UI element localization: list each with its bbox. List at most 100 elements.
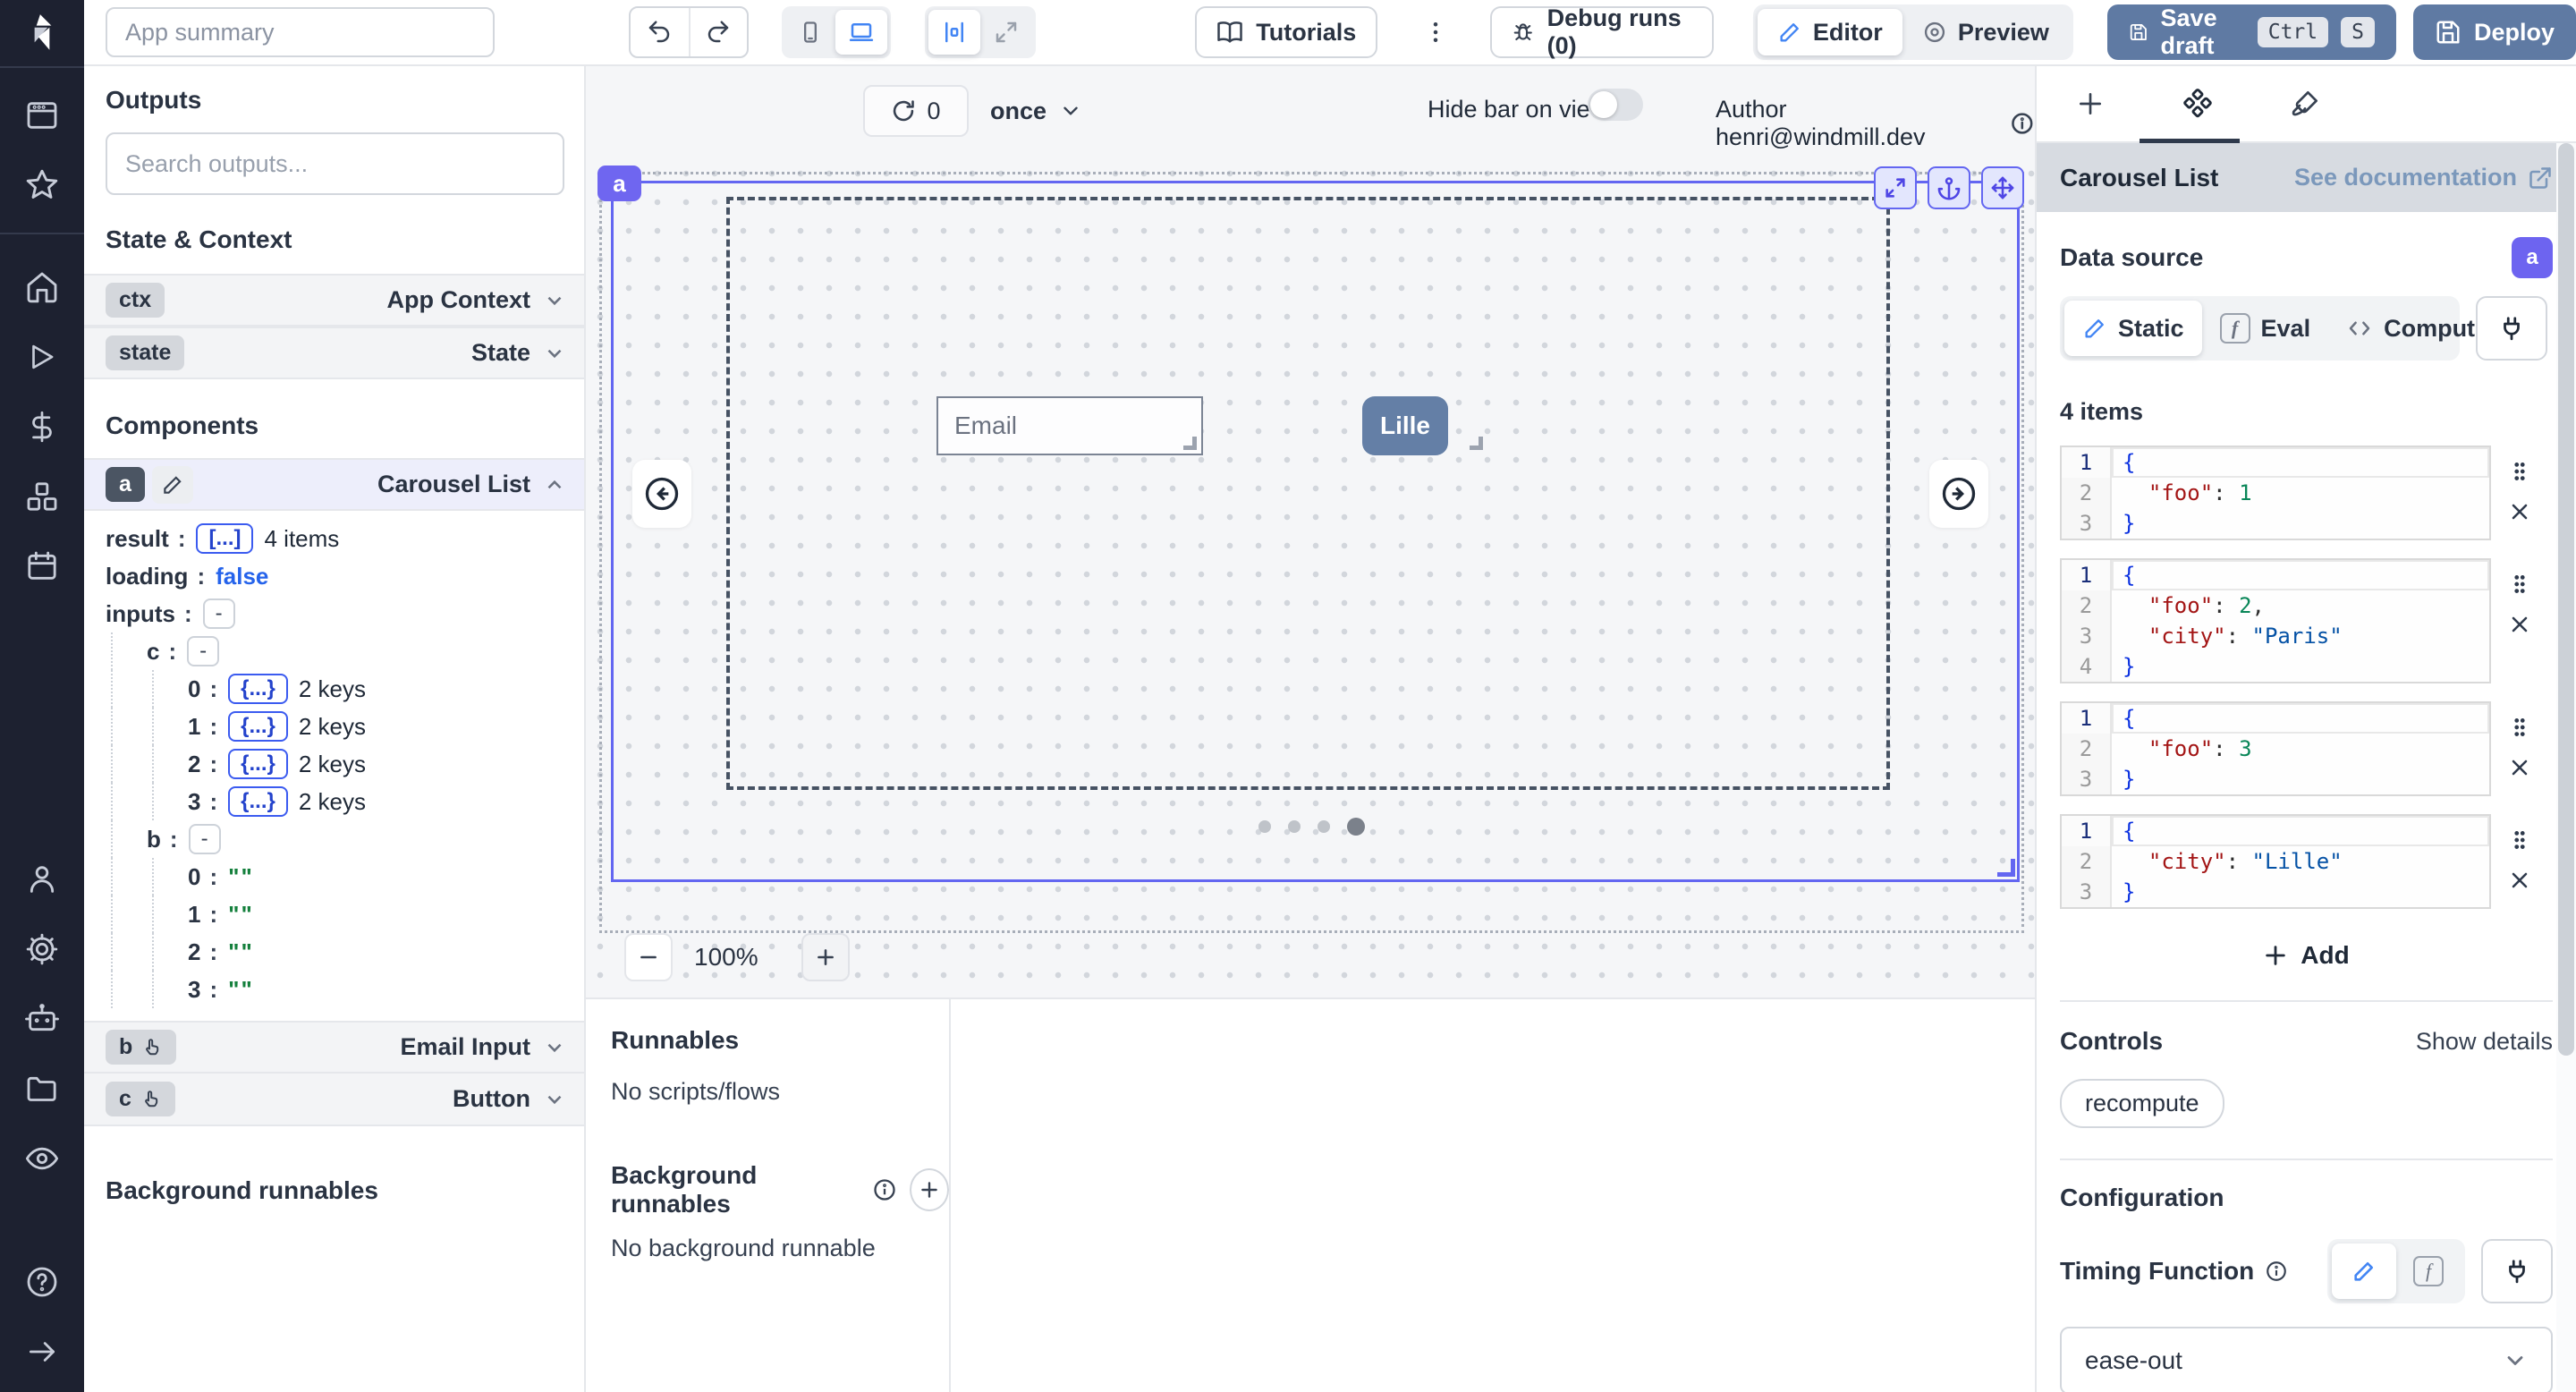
carousel-list-row[interactable]: a Carousel List [84, 458, 584, 511]
search-outputs-input[interactable] [106, 132, 564, 195]
drag-handle-icon[interactable] [2508, 828, 2531, 852]
carousel-prev-button[interactable] [632, 460, 691, 528]
fullscreen-button[interactable] [980, 10, 1032, 55]
component-settings-tab[interactable] [2144, 66, 2251, 141]
redo-button[interactable] [689, 8, 748, 56]
connect-plug-button[interactable] [2476, 296, 2547, 361]
tree-row[interactable]: 0:"" [84, 858, 584, 895]
resources-icon[interactable] [0, 462, 84, 531]
move-component-button[interactable] [1981, 166, 2024, 209]
canvas-area: 0 once Hide bar on view Author henri@win… [586, 66, 2035, 1392]
folders-icon[interactable] [0, 1054, 84, 1124]
tree-row[interactable]: 1:"" [84, 895, 584, 933]
tree-row[interactable]: 3:"" [84, 971, 584, 1008]
schedules-icon[interactable] [0, 531, 84, 601]
app-summary-input[interactable] [106, 7, 495, 57]
timing-function-select[interactable]: ease-out [2060, 1327, 2553, 1392]
tree-row[interactable]: 2:"" [84, 933, 584, 971]
drag-handle-icon[interactable] [2508, 716, 2531, 739]
json-item: 1{2 "foo": 2,3 "city": "Paris"4} [2060, 558, 2553, 683]
zoom-in-button[interactable] [801, 933, 850, 981]
undo-button[interactable] [631, 8, 689, 56]
json-editor[interactable]: 1{2 "foo": 33} [2060, 701, 2491, 796]
scrollbar-thumb[interactable] [2558, 143, 2574, 1056]
timing-plug-button[interactable] [2481, 1239, 2553, 1303]
email-resize-handle[interactable] [1183, 437, 1197, 450]
button-resize-handle[interactable] [1470, 437, 1483, 450]
carousel-item-container[interactable] [726, 197, 1890, 790]
tree-row[interactable]: inputs:- [84, 595, 584, 632]
zoom-out-button[interactable] [624, 933, 673, 981]
delete-item-icon[interactable] [2507, 755, 2532, 780]
state-row[interactable]: state State [84, 327, 584, 379]
tree-row[interactable]: 3:{...}2 keys [84, 783, 584, 820]
mobile-view-button[interactable] [785, 10, 835, 55]
drag-handle-icon[interactable] [2508, 460, 2531, 483]
carousel-next-button[interactable] [1929, 460, 1988, 528]
email-input-row[interactable]: b Email Input [84, 1021, 584, 1074]
eval-mode-button[interactable]: f Eval [2202, 301, 2329, 356]
refresh-counter-button[interactable]: 0 [863, 85, 969, 137]
add-bg-runnable-button[interactable] [910, 1168, 949, 1211]
json-editor[interactable]: 1{2 "foo": 2,3 "city": "Paris"4} [2060, 558, 2491, 683]
debug-runs-button[interactable]: Debug runs (0) [1490, 6, 1714, 58]
delete-item-icon[interactable] [2507, 612, 2532, 637]
tree-row[interactable]: 1:{...}2 keys [84, 708, 584, 745]
carousel-dot[interactable] [1258, 820, 1271, 833]
ctx-row[interactable]: ctx App Context [84, 274, 584, 327]
anchor-component-button[interactable] [1928, 166, 1970, 209]
styling-brush-tab[interactable] [2251, 66, 2359, 141]
settings-gear-icon[interactable] [0, 914, 84, 984]
windmill-logo[interactable] [0, 0, 84, 66]
editor-tab[interactable]: Editor [1758, 9, 1902, 55]
expand-component-button[interactable] [1874, 166, 1917, 209]
recompute-button[interactable]: recompute [2060, 1079, 2224, 1128]
json-editor[interactable]: 1{2 "foo": 13} [2060, 446, 2491, 540]
edit-id-button[interactable] [152, 466, 193, 504]
drag-handle-icon[interactable] [2508, 573, 2531, 596]
static-mode-button[interactable]: Static [2064, 301, 2202, 356]
desktop-view-button[interactable] [835, 10, 887, 55]
tree-row[interactable]: loading:false [84, 557, 584, 595]
help-icon[interactable] [0, 1247, 84, 1317]
tree-row[interactable]: 0:{...}2 keys [84, 670, 584, 708]
tree-row[interactable]: b:- [84, 820, 584, 858]
runs-icon[interactable] [0, 322, 84, 392]
apps-icon[interactable] [0, 81, 84, 150]
favorites-star-icon[interactable] [0, 150, 84, 220]
audit-eye-icon[interactable] [0, 1124, 84, 1193]
variables-icon[interactable] [0, 392, 84, 462]
workers-robot-icon[interactable] [0, 984, 84, 1054]
delete-item-icon[interactable] [2507, 499, 2532, 524]
json-editor[interactable]: 1{2 "city": "Lille"3} [2060, 814, 2491, 909]
deploy-button[interactable]: Deploy [2413, 4, 2576, 60]
carousel-dot[interactable] [1318, 820, 1330, 833]
add-item-button[interactable]: Add [2060, 941, 2553, 970]
users-icon[interactable] [0, 845, 84, 914]
right-panel-scrollbar[interactable] [2556, 143, 2576, 1392]
carousel-dot[interactable] [1288, 820, 1301, 833]
show-details-link[interactable]: Show details [2416, 1028, 2553, 1056]
carousel-dot[interactable] [1347, 818, 1365, 836]
button-row[interactable]: c Button [84, 1074, 584, 1126]
insert-component-tab[interactable] [2037, 66, 2144, 141]
city-button[interactable]: Lille [1362, 396, 1448, 455]
schedule-dropdown[interactable]: once [990, 85, 1082, 137]
tree-row[interactable]: result:[...]4 items [84, 520, 584, 557]
more-options-button[interactable] [1419, 6, 1453, 58]
timing-eval-button[interactable]: f [2396, 1243, 2461, 1299]
center-align-button[interactable] [928, 10, 980, 55]
tree-row[interactable]: c:- [84, 632, 584, 670]
component-resize-corner[interactable] [1997, 859, 2015, 877]
delete-item-icon[interactable] [2507, 868, 2532, 893]
email-field[interactable] [936, 396, 1203, 455]
timing-static-button[interactable] [2332, 1243, 2396, 1299]
tree-row[interactable]: 2:{...}2 keys [84, 745, 584, 783]
collapse-arrow-icon[interactable] [0, 1317, 84, 1387]
see-documentation-link[interactable]: See documentation [2294, 164, 2553, 191]
save-draft-button[interactable]: Save draft Ctrl S [2107, 4, 2396, 60]
tutorials-button[interactable]: Tutorials [1195, 6, 1377, 58]
preview-tab[interactable]: Preview [1902, 9, 2069, 55]
home-icon[interactable] [0, 252, 84, 322]
hide-bar-toggle[interactable] [1588, 89, 1643, 121]
